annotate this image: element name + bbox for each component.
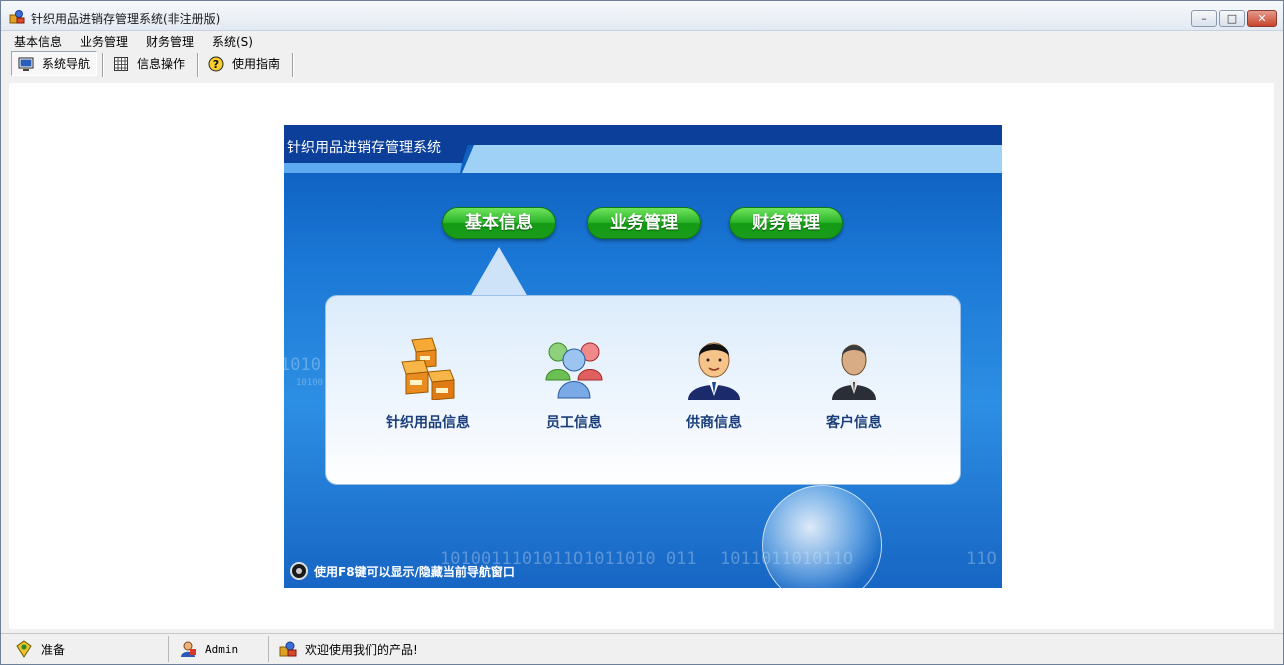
minimize-icon: –	[1201, 12, 1207, 25]
close-icon: ✕	[1257, 12, 1267, 25]
binary-decoration: 10100	[296, 378, 324, 388]
toolbar-separator	[102, 53, 104, 77]
window-title: 针织用品进销存管理系统(非注册版)	[31, 12, 221, 26]
menu-bar: 基本信息 业务管理 财务管理 系统(S)	[1, 31, 1283, 49]
status-text: 准备	[41, 642, 66, 657]
maximize-button[interactable]: □	[1219, 10, 1245, 27]
toolbar-system-nav[interactable]: 系统导航	[11, 51, 97, 76]
monitor-icon	[18, 56, 34, 72]
nav-item-supplier-info[interactable]: 供商信息	[654, 336, 774, 432]
customer-icon	[824, 336, 884, 400]
nav-item-knitwear-info[interactable]: 针织用品信息	[368, 336, 488, 432]
menu-basic-info[interactable]: 基本信息	[14, 33, 62, 50]
status-bar: 准备 Admin 欢迎使用我们的产品!	[1, 633, 1283, 664]
window-controls: – □ ✕	[1189, 10, 1277, 27]
hint-text: 使用F8键可以显示/隐藏当前导航窗口	[314, 564, 515, 579]
f8-hint: 使用F8键可以显示/隐藏当前导航窗口	[290, 562, 515, 580]
nav-item-label: 针织用品信息	[386, 415, 470, 431]
nav-tab-basic-info[interactable]: 基本信息	[442, 207, 556, 239]
nav-tab-business[interactable]: 业务管理	[587, 207, 701, 239]
maximize-icon: □	[1226, 12, 1238, 25]
status-icon	[15, 640, 33, 658]
status-panel-message: 欢迎使用我们的产品!	[269, 636, 1279, 662]
title-bar[interactable]: 针织用品进销存管理系统(非注册版) – □ ✕	[1, 1, 1283, 31]
menu-finance[interactable]: 财务管理	[146, 33, 194, 50]
app-icon	[9, 9, 25, 25]
nav-item-label: 员工信息	[546, 415, 602, 431]
people-group-icon	[544, 336, 604, 400]
toolbar-label: 使用指南	[232, 57, 281, 71]
user-icon	[179, 640, 197, 658]
toolbar: 系统导航 信息操作 ? 使用指南	[1, 49, 1283, 79]
nav-card: 针织用品信息 员工信息 供商信息 客户信息	[325, 295, 961, 485]
nav-item-label: 供商信息	[686, 415, 742, 431]
nav-item-label: 客户信息	[826, 415, 882, 431]
toolbar-label: 系统导航	[42, 57, 91, 71]
toolbar-separator	[292, 53, 294, 77]
toolbar-info-ops[interactable]: 信息操作	[107, 51, 185, 76]
status-user: Admin	[205, 642, 239, 656]
nav-item-employee-info[interactable]: 员工信息	[514, 336, 634, 432]
toolbar-user-guide[interactable]: ? 使用指南	[202, 51, 280, 76]
nav-title: 针织用品进销存管理系统	[287, 140, 441, 156]
binary-decoration: 1010	[284, 355, 321, 375]
help-icon: ?	[208, 56, 224, 72]
toolbar-separator	[197, 53, 199, 77]
status-panel-user: Admin	[169, 636, 269, 662]
menu-system[interactable]: 系统(S)	[212, 33, 253, 50]
menu-business[interactable]: 业务管理	[80, 33, 128, 50]
businessman-icon	[684, 336, 744, 400]
binary-decoration: 11O	[966, 549, 997, 569]
main-window: 针织用品进销存管理系统(非注册版) – □ ✕ 基本信息 业务管理 财务管理 系…	[0, 0, 1284, 665]
svg-text:?: ?	[213, 58, 219, 71]
minimize-button[interactable]: –	[1191, 10, 1217, 27]
webcam-icon	[290, 562, 308, 580]
navigation-panel: 针织用品进销存管理系统 1010 10100 1010011101011O 10…	[284, 125, 1002, 588]
close-button[interactable]: ✕	[1247, 10, 1277, 27]
globe-graphic	[762, 485, 882, 588]
status-panel-state: 准备	[5, 636, 169, 662]
nav-tab-finance[interactable]: 财务管理	[729, 207, 843, 239]
app-icon	[279, 640, 297, 658]
grid-icon	[113, 56, 129, 72]
nav-item-customer-info[interactable]: 客户信息	[794, 336, 914, 432]
status-message: 欢迎使用我们的产品!	[305, 642, 418, 657]
binary-decoration: 1011010 011	[584, 549, 697, 569]
boxes-icon	[398, 336, 458, 401]
tab-pointer	[470, 247, 528, 297]
toolbar-label: 信息操作	[137, 57, 186, 71]
